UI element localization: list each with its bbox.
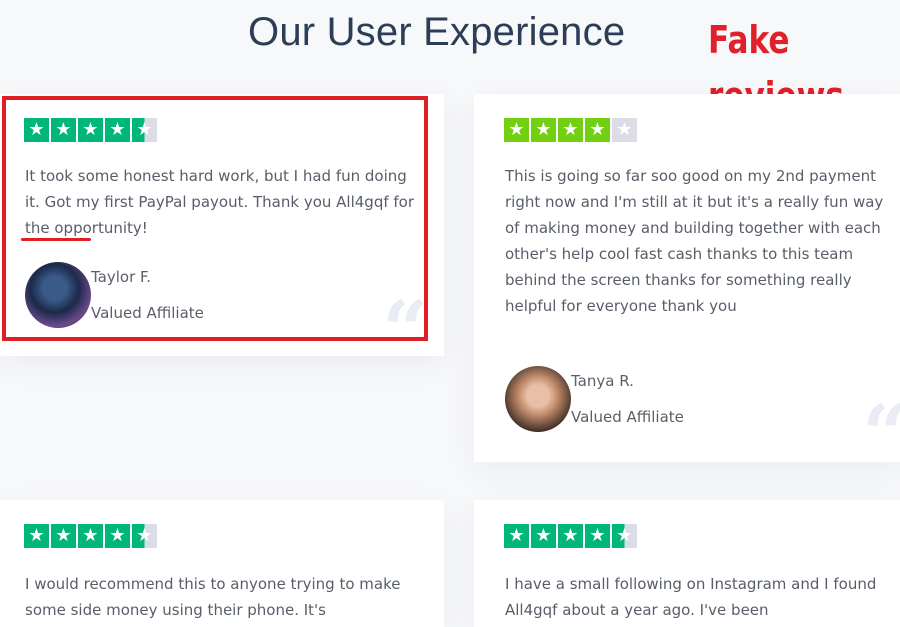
avatar bbox=[505, 366, 571, 432]
author-name: Tanya R. bbox=[571, 372, 634, 390]
star-rating: ★ ★ ★ ★ ★ bbox=[504, 118, 637, 142]
star-rating: ★ ★ ★ ★ ★ bbox=[504, 524, 637, 548]
star-rating: ★ ★ ★ ★ ★ bbox=[24, 524, 157, 548]
underline-mark bbox=[21, 238, 91, 241]
highlight-box bbox=[2, 96, 428, 341]
review-text: I have a small following on Instagram an… bbox=[505, 575, 877, 619]
star-icon: ★ bbox=[531, 524, 556, 548]
star-icon: ★ bbox=[558, 118, 583, 142]
star-icon: ★ bbox=[105, 524, 130, 548]
star-icon: ★ bbox=[531, 118, 556, 142]
author-role: Valued Affiliate bbox=[571, 408, 684, 426]
review-card: ★ ★ ★ ★ ★ I would recommend this to anyo… bbox=[0, 500, 444, 627]
star-icon: ★ bbox=[24, 524, 49, 548]
half-star-icon: ★ bbox=[132, 524, 157, 548]
star-icon: ★ bbox=[504, 118, 529, 142]
star-icon: ★ bbox=[78, 524, 103, 548]
star-icon: ★ bbox=[585, 524, 610, 548]
star-icon: ★ bbox=[51, 524, 76, 548]
page-title: Our User Experience bbox=[248, 10, 626, 54]
star-icon: ★ bbox=[504, 524, 529, 548]
review-card: ★ ★ ★ ★ ★ This is going so far soo good … bbox=[474, 94, 900, 474]
half-star-icon: ★ bbox=[612, 524, 637, 548]
star-icon: ★ bbox=[585, 118, 610, 142]
star-icon: ★ bbox=[558, 524, 583, 548]
annotation-line-1: Fake bbox=[708, 18, 790, 62]
quote-icon: “ bbox=[862, 394, 900, 474]
empty-star-icon: ★ bbox=[612, 118, 637, 142]
review-text: This is going so far soo good on my 2nd … bbox=[505, 167, 884, 315]
review-card: ★ ★ ★ ★ ★ I have a small following on In… bbox=[474, 500, 900, 627]
review-text: I would recommend this to anyone trying … bbox=[25, 575, 401, 619]
